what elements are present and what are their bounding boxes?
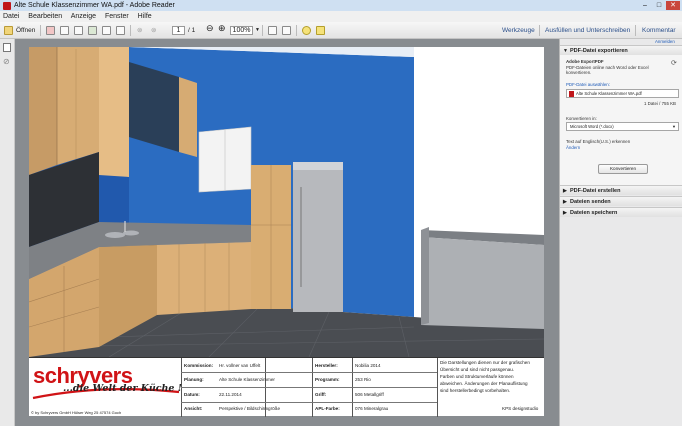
fit-width-icon[interactable] bbox=[282, 26, 291, 35]
chevron-right-icon: ▶ bbox=[563, 199, 567, 205]
kitchen-rendering bbox=[29, 47, 544, 357]
zoom-in-icon[interactable]: ⊕ bbox=[218, 23, 226, 34]
page-up-icon[interactable]: ⊚ bbox=[137, 25, 142, 36]
file-count: 1 Datei / 755 KB bbox=[644, 101, 676, 106]
title-block: schryvers ...die Welt der Küche ! © by S… bbox=[29, 357, 544, 417]
value-programm: 253 Rio bbox=[355, 377, 371, 382]
toolbar-separator bbox=[40, 25, 41, 36]
value-datum: 22.11.2014 bbox=[219, 392, 242, 397]
open-button-label[interactable]: Öffnen bbox=[16, 25, 35, 36]
value-hersteller: Nobilia 2014 bbox=[355, 363, 381, 368]
chevron-right-icon: ▶ bbox=[563, 210, 567, 216]
adobe-reader-icon bbox=[3, 2, 11, 10]
page-total: / 1 bbox=[188, 27, 196, 34]
document-viewer[interactable]: schryvers ...die Welt der Küche ! © by S… bbox=[15, 39, 559, 426]
label-datum: Datum: bbox=[184, 392, 200, 397]
value-planung: Alte Schule Klassenzimmer bbox=[219, 377, 275, 382]
convert-button[interactable]: Konvertieren bbox=[598, 164, 648, 174]
menu-anzeige[interactable]: Anzeige bbox=[71, 13, 96, 20]
title-block-row-line bbox=[181, 372, 437, 373]
menu-bar: Datei Bearbeiten Anzeige Fenster Hilfe bbox=[0, 11, 682, 22]
chevron-right-icon: ▶ bbox=[563, 188, 567, 194]
section-export-pdf[interactable]: ▼ PDF-Datei exportieren bbox=[560, 45, 682, 55]
convert-to-label: Konvertieren in: bbox=[566, 116, 597, 121]
title-block-row-line bbox=[181, 387, 437, 388]
toolbar-separator bbox=[262, 25, 263, 36]
value-kommission: Hr. vollner van Uffelt bbox=[219, 363, 261, 368]
highlight-icon[interactable] bbox=[316, 26, 325, 35]
value-ansicht: Perspektive / Bildschirmgröße bbox=[219, 406, 281, 411]
disclaimer-line: sind herstellerbedingt vorbehalten. bbox=[440, 388, 511, 393]
task-tabs: Werkzeuge Ausfüllen und Unterschreiben K… bbox=[490, 22, 682, 39]
open-folder-icon[interactable] bbox=[4, 26, 13, 35]
task-panel: Anmelden ▼ PDF-Datei exportieren Adobe E… bbox=[559, 39, 682, 426]
tab-separator bbox=[539, 25, 540, 36]
zoom-select[interactable]: 100% bbox=[230, 26, 253, 35]
pdf-file-icon bbox=[569, 91, 574, 97]
maximize-button[interactable]: □ bbox=[652, 1, 666, 10]
navigation-rail: ⊘ bbox=[0, 39, 15, 426]
tab-separator bbox=[635, 25, 636, 36]
email-icon[interactable] bbox=[116, 26, 125, 35]
disclaimer-line: Farben und Strukturverläufe können bbox=[440, 374, 514, 379]
label-griff: Griff: bbox=[315, 392, 327, 397]
page-down-icon[interactable]: ⊚ bbox=[151, 25, 156, 36]
edit-pdf-icon[interactable] bbox=[60, 26, 69, 35]
minimize-button[interactable]: – bbox=[638, 1, 652, 10]
fit-page-icon[interactable] bbox=[268, 26, 277, 35]
section-create-pdf[interactable]: ▶ PDF-Datei erstellen bbox=[560, 185, 682, 195]
window-title: Alte Schule Klassenzimmer WA.pdf - Adobe… bbox=[14, 2, 175, 9]
attachments-icon[interactable]: ⊘ bbox=[3, 57, 10, 66]
convert-format-select[interactable]: Microsoft Word (*.docx) ▼ bbox=[566, 122, 679, 131]
disclaimer-line: Die Darstellungen dienen nur der grafisc… bbox=[440, 360, 530, 365]
label-ansicht: Ansicht: bbox=[184, 406, 203, 411]
menu-datei[interactable]: Datei bbox=[3, 13, 19, 20]
section-save-files[interactable]: ▶ Dateien speichern bbox=[560, 207, 682, 217]
ocr-text: Text auf Englisch(U.S.) erkennen bbox=[566, 139, 631, 144]
label-programm: Programm: bbox=[315, 377, 340, 382]
select-pdf-label: PDF-Datei auswählen: bbox=[566, 82, 610, 87]
pdf-page: schryvers ...die Welt der Küche ! © by S… bbox=[29, 47, 544, 417]
title-block-row-line bbox=[181, 402, 437, 403]
menu-fenster[interactable]: Fenster bbox=[105, 13, 129, 20]
refresh-icon[interactable]: ⟳ bbox=[671, 59, 677, 67]
upload-icon[interactable] bbox=[88, 26, 97, 35]
label-kommission: Kommission: bbox=[184, 363, 214, 368]
zoom-out-icon[interactable]: ⊖ bbox=[206, 23, 214, 34]
selected-file-field[interactable]: Alte Schule Klassenzimmer WA.pdf bbox=[566, 89, 679, 98]
tab-tools[interactable]: Werkzeuge bbox=[502, 25, 535, 36]
menu-bearbeiten[interactable]: Bearbeiten bbox=[28, 13, 62, 20]
signin-link[interactable]: Anmelden bbox=[655, 39, 675, 45]
service-desc-2: konvertieren. bbox=[566, 70, 592, 75]
tab-fill-sign[interactable]: Ausfüllen und Unterschreiben bbox=[545, 25, 630, 36]
zoom-dropdown-icon[interactable]: ▼ bbox=[255, 25, 260, 36]
save-icon[interactable] bbox=[74, 26, 83, 35]
title-block-divider bbox=[437, 358, 438, 417]
studio-credit: KPS designstudio bbox=[502, 406, 539, 411]
value-griff: 506 Metallgriff bbox=[355, 392, 384, 397]
menu-hilfe[interactable]: Hilfe bbox=[138, 13, 152, 20]
disclaimer-line: Übersicht und sind nicht passgenau. bbox=[440, 367, 515, 372]
label-planung: Planung: bbox=[184, 377, 204, 382]
copyright-text: © by Schryvers GmbH Hülser Weg 25 47574 … bbox=[31, 410, 122, 415]
comment-icon[interactable] bbox=[302, 26, 311, 35]
create-pdf-icon[interactable] bbox=[46, 26, 55, 35]
label-apl: APL-Farbe: bbox=[315, 406, 340, 411]
chevron-down-icon: ▼ bbox=[672, 124, 676, 129]
print-icon[interactable] bbox=[102, 26, 111, 35]
disclaimer-line: abweichen. Änderungen der Planauflistung bbox=[440, 381, 528, 386]
ocr-change-link[interactable]: Ändern bbox=[566, 145, 580, 151]
brand-slogan: ...die Welt der Küche ! bbox=[63, 383, 182, 394]
page-thumbnails-icon[interactable] bbox=[3, 43, 11, 52]
toolbar-separator bbox=[296, 25, 297, 36]
value-apl: 076 Mineralgrau bbox=[355, 406, 389, 411]
service-name: Adobe ExportPDF bbox=[566, 59, 604, 64]
close-button[interactable]: ✕ bbox=[666, 1, 680, 10]
title-bar: Alte Schule Klassenzimmer WA.pdf - Adobe… bbox=[0, 0, 682, 11]
tab-comment[interactable]: Kommentar bbox=[642, 25, 676, 36]
label-hersteller: Hersteller: bbox=[315, 363, 338, 368]
page-number-input[interactable]: 1 bbox=[172, 26, 185, 35]
section-send-files[interactable]: ▶ Dateien senden bbox=[560, 196, 682, 206]
toolbar-separator bbox=[130, 25, 131, 36]
